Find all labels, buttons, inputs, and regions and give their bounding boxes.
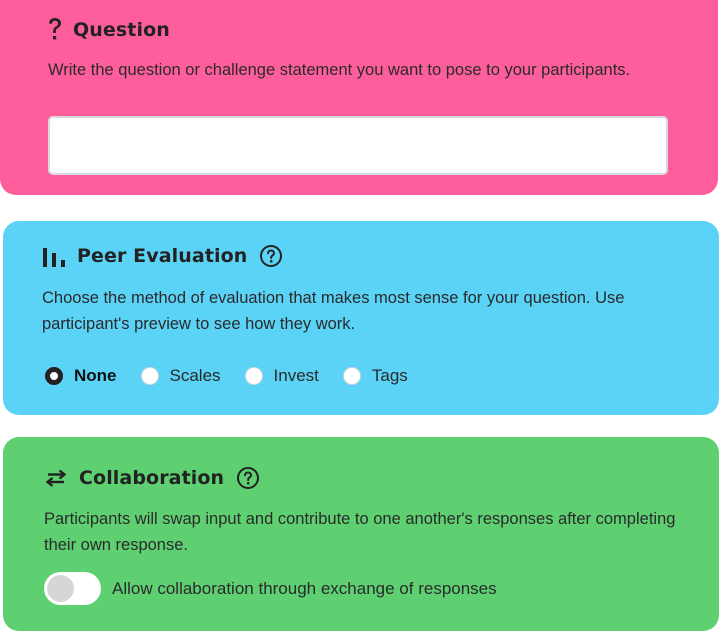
radio-label-none: None	[74, 366, 117, 385]
question-header: Question	[47, 17, 170, 43]
collaboration-toggle-row: Allow collaboration through exchange of …	[44, 572, 497, 605]
evaluation-method-radio-group: None Scales Invest Tags	[45, 362, 432, 390]
radio-label-scales: Scales	[169, 366, 221, 385]
radio-button-invest[interactable]	[244, 367, 263, 385]
question-title: Question	[73, 19, 170, 41]
collaboration-toggle-label: Allow collaboration through exchange of …	[112, 578, 497, 598]
collaboration-title: Collaboration	[79, 467, 225, 489]
radio-label-tags: Tags	[371, 366, 408, 385]
radio-option-invest[interactable]: Invest	[244, 366, 319, 386]
question-description: Write the question or challenge statemen…	[48, 61, 631, 79]
radio-button-tags[interactable]	[342, 367, 361, 385]
radio-button-none[interactable]	[45, 367, 63, 385]
collaboration-toggle[interactable]	[44, 572, 101, 605]
bar-chart-icon	[42, 244, 66, 268]
help-circle-icon[interactable]	[259, 244, 283, 268]
swap-arrows-icon	[44, 466, 68, 490]
collaboration-description: Participants will swap input and contrib…	[44, 510, 676, 554]
radio-option-none[interactable]: None	[45, 366, 117, 386]
toggle-knob	[47, 575, 74, 602]
question-card: Question Write the question or challenge…	[0, 0, 718, 195]
radio-option-scales[interactable]: Scales	[140, 366, 221, 386]
help-circle-icon[interactable]	[236, 466, 260, 490]
peer-evaluation-description: Choose the method of evaluation that mak…	[42, 289, 625, 333]
radio-option-tags[interactable]: Tags	[342, 366, 408, 386]
question-mark-icon	[47, 17, 63, 43]
peer-evaluation-title: Peer Evaluation	[77, 245, 248, 267]
peer-evaluation-header: Peer Evaluation	[42, 244, 283, 268]
radio-label-invest: Invest	[273, 366, 319, 385]
radio-button-scales[interactable]	[140, 367, 159, 385]
question-input[interactable]	[48, 116, 668, 175]
collaboration-header: Collaboration	[44, 466, 260, 490]
